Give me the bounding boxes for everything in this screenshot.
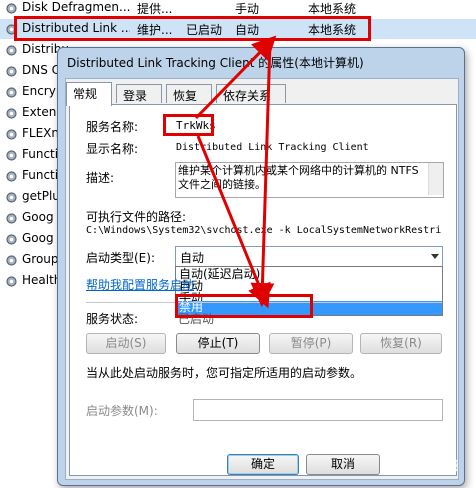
- tab-general[interactable]: 常规: [66, 82, 112, 106]
- watermark: 中关村在线: [392, 459, 458, 474]
- arrow-vertical: [250, 41, 275, 307]
- arrow-to-disabled-option: [196, 135, 271, 309]
- annotation-arrows: [194, 35, 277, 309]
- arrow-to-service-row: [194, 35, 277, 120]
